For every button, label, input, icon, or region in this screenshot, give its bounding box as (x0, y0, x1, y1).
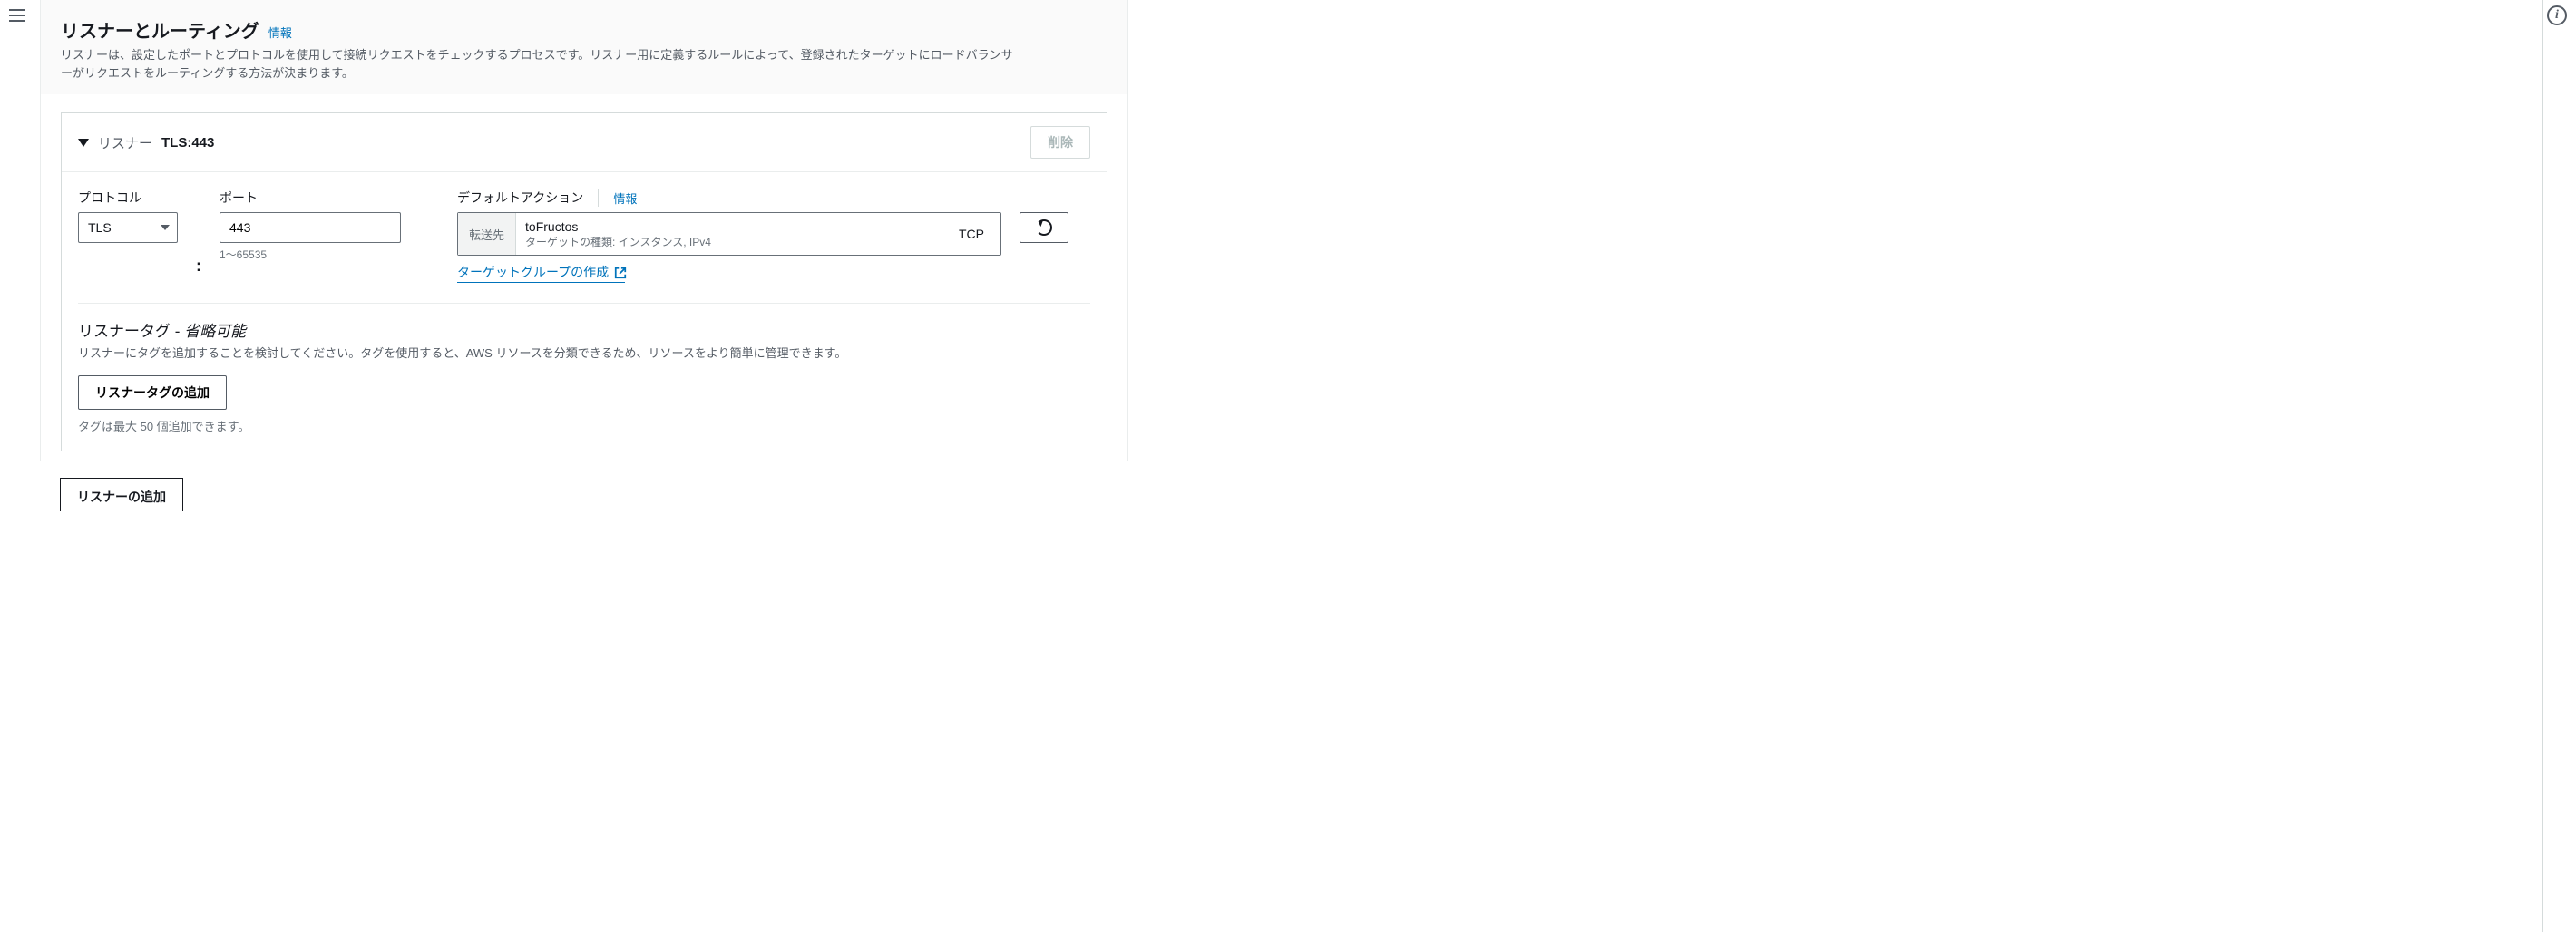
default-action-select[interactable]: 転送先 toFructos ターゲットの種類: インスタンス, IPv4 TCP (457, 212, 1001, 256)
action-target: toFructos (525, 219, 941, 234)
action-proto: TCP (959, 227, 984, 241)
section-info-link[interactable]: 情報 (268, 24, 292, 41)
delete-button[interactable]: 削除 (1030, 126, 1090, 159)
action-prefix: 転送先 (458, 213, 516, 255)
listener-value: TLS:443 (161, 135, 214, 150)
add-listener-button[interactable]: リスナーの追加 (60, 478, 183, 511)
divider (598, 189, 599, 207)
add-listener-tag-button[interactable]: リスナータグの追加 (78, 375, 227, 410)
default-action-label: デフォルトアクション (457, 189, 583, 207)
section-title: リスナーとルーティング (61, 16, 259, 43)
port-label: ポート (220, 189, 401, 207)
protocol-label: プロトコル (78, 189, 178, 207)
create-target-group-label: ターゲットグループの作成 (457, 263, 609, 281)
action-sub: ターゲットの種類: インスタンス, IPv4 (525, 234, 941, 249)
colon-separator: : (196, 257, 201, 276)
tag-limit-hint: タグは最大 50 個追加できます。 (78, 417, 1090, 434)
listener-tags-title: リスナータグ - 省略可能 (78, 318, 1090, 341)
listener-label: リスナー (98, 133, 152, 152)
listener-tags-desc: リスナーにタグを追加することを検討してください。タグを使用すると、AWS リソー… (78, 345, 1030, 363)
port-input[interactable] (220, 212, 401, 243)
refresh-icon (1036, 219, 1052, 236)
protocol-select[interactable]: TLS (78, 212, 178, 243)
menu-icon[interactable] (9, 5, 29, 25)
external-link-icon (614, 267, 625, 277)
right-divider (2542, 0, 2543, 932)
info-icon[interactable]: i (2547, 5, 2567, 25)
section-description: リスナーは、設定したポートとプロトコルを使用して接続リクエストをチェックするプロ… (61, 46, 1013, 82)
listeners-panel: リスナーとルーティング 情報 リスナーは、設定したポートとプロトコルを使用して接… (40, 0, 1128, 461)
chevron-down-icon (161, 225, 170, 230)
caret-down-icon[interactable] (78, 139, 89, 147)
listener-card: リスナー TLS:443 削除 プロトコル TLS (61, 112, 1107, 451)
create-target-group-link[interactable]: ターゲットグループの作成 (457, 263, 625, 283)
port-hint: 1～65535 (220, 247, 401, 262)
protocol-value: TLS (88, 220, 112, 235)
refresh-button[interactable] (1020, 212, 1068, 243)
default-action-info-link[interactable]: 情報 (613, 189, 637, 207)
